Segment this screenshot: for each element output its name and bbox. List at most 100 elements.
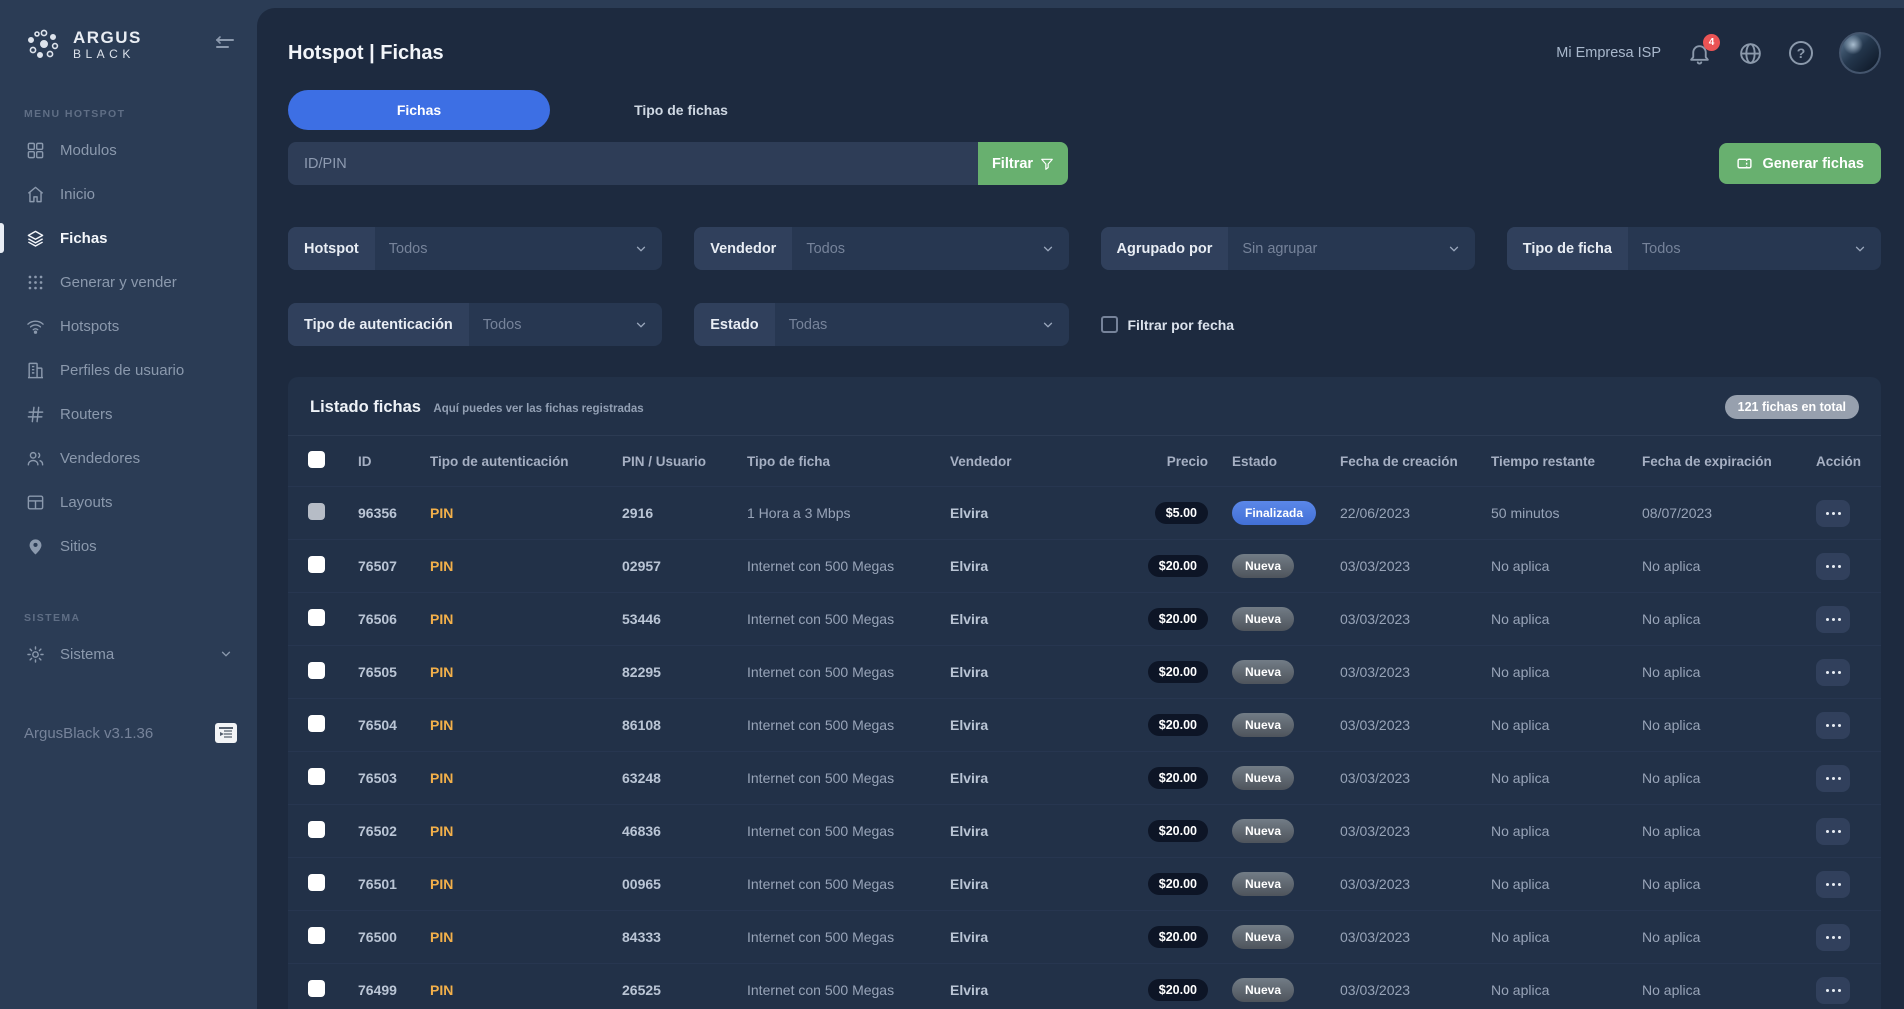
cell-estado: Nueva xyxy=(1208,554,1340,578)
cell-precio: $20.00 xyxy=(1112,714,1208,736)
row-checkbox[interactable] xyxy=(308,768,325,785)
sidebar-item-sistema[interactable]: Sistema xyxy=(0,632,257,676)
row-actions-button[interactable] xyxy=(1816,977,1850,1004)
col-accion: Acción xyxy=(1816,454,1861,469)
cell-precio: $20.00 xyxy=(1112,555,1208,577)
table-row: 76501PIN00965Internet con 500 MegasElvir… xyxy=(288,857,1881,910)
row-actions-button[interactable] xyxy=(1816,659,1850,686)
cell-tiempo-restante: No aplica xyxy=(1491,770,1642,786)
cell-fecha-creacion: 03/03/2023 xyxy=(1340,876,1491,892)
row-checkbox[interactable] xyxy=(308,715,325,732)
sidebar-item-perfiles-de-usuario[interactable]: Perfiles de usuario xyxy=(0,348,257,392)
sidebar-item-routers[interactable]: Routers xyxy=(0,392,257,436)
select-all-checkbox[interactable] xyxy=(308,451,325,468)
row-actions-button[interactable] xyxy=(1816,765,1850,792)
filter-autenticacion-select[interactable]: Tipo de autenticación Todos xyxy=(288,303,662,346)
row-actions-button[interactable] xyxy=(1816,712,1850,739)
gear-icon xyxy=(24,645,46,664)
user-avatar[interactable] xyxy=(1839,32,1881,74)
status-badge: Nueva xyxy=(1232,607,1294,631)
cell-precio: $20.00 xyxy=(1112,661,1208,683)
sidebar-item-label: Routers xyxy=(60,406,113,423)
page-title: Hotspot | Fichas xyxy=(288,42,444,65)
filter-tipo-ficha-select[interactable]: Tipo de ficha Todos xyxy=(1507,227,1881,270)
sidebar-item-hotspots[interactable]: Hotspots xyxy=(0,304,257,348)
chevron-down-icon xyxy=(1041,318,1069,332)
language-flag-icon[interactable] xyxy=(215,723,237,743)
sidebar-item-vendedores[interactable]: Vendedores xyxy=(0,436,257,480)
filter-vendedor-select[interactable]: Vendedor Todos xyxy=(694,227,1068,270)
cell-pin-usuario: 63248 xyxy=(622,770,747,786)
table-row: 76503PIN63248Internet con 500 MegasElvir… xyxy=(288,751,1881,804)
table-row: 96356PIN29161 Hora a 3 MbpsElvira$5.00Fi… xyxy=(288,486,1881,539)
cell-precio: $20.00 xyxy=(1112,926,1208,948)
sidebar-collapse-toggle[interactable] xyxy=(213,35,237,53)
cell-vendedor: Elvira xyxy=(950,505,1112,521)
logo-text: ARGUS BLACK xyxy=(73,29,142,60)
sidebar-item-sitios[interactable]: Sitios xyxy=(0,524,257,568)
cell-vendedor: Elvira xyxy=(950,611,1112,627)
filter-hotspot-select[interactable]: Hotspot Todos xyxy=(288,227,662,270)
row-checkbox[interactable] xyxy=(308,556,325,573)
row-checkbox-cell xyxy=(308,715,358,735)
filter-agrupado-select[interactable]: Agrupado por Sin agrupar xyxy=(1101,227,1475,270)
price-badge: $20.00 xyxy=(1148,714,1208,736)
help-button[interactable]: ? xyxy=(1789,41,1813,65)
row-actions-button[interactable] xyxy=(1816,606,1850,633)
cell-accion xyxy=(1816,606,1861,633)
price-badge: $20.00 xyxy=(1148,608,1208,630)
generate-fichas-button[interactable]: Generar fichas xyxy=(1719,143,1881,184)
cell-vendedor: Elvira xyxy=(950,929,1112,945)
cell-tiempo-restante: No aplica xyxy=(1491,611,1642,627)
tab-tipo-de-fichas[interactable]: Tipo de fichas xyxy=(550,90,812,130)
tab-fichas[interactable]: Fichas xyxy=(288,90,550,130)
sidebar-item-layouts[interactable]: Layouts xyxy=(0,480,257,524)
search-input[interactable] xyxy=(288,142,978,185)
row-actions-button[interactable] xyxy=(1816,500,1850,527)
sidebar-header: ARGUS BLACK xyxy=(0,18,257,64)
sidebar-item-modulos[interactable]: Modulos xyxy=(0,128,257,172)
filter-estado-select[interactable]: Estado Todas xyxy=(694,303,1068,346)
total-count-badge: 121 fichas en total xyxy=(1725,395,1859,419)
app-version-label: ArgusBlack v3.1.36 xyxy=(24,725,153,742)
filter-by-date-checkbox[interactable]: Filtrar por fecha xyxy=(1101,303,1475,346)
row-actions-button[interactable] xyxy=(1816,818,1850,845)
cell-tiempo-restante: No aplica xyxy=(1491,664,1642,680)
cell-fecha-creacion: 22/06/2023 xyxy=(1340,505,1491,521)
cell-pin-usuario: 86108 xyxy=(622,717,747,733)
row-checkbox[interactable] xyxy=(308,927,325,944)
sidebar-item-fichas[interactable]: Fichas xyxy=(0,216,257,260)
argusblack-logo[interactable]: ARGUS BLACK xyxy=(24,24,142,64)
cell-fecha-creacion: 03/03/2023 xyxy=(1340,770,1491,786)
price-badge: $5.00 xyxy=(1155,502,1208,524)
cell-tiempo-restante: 50 minutos xyxy=(1491,505,1642,521)
row-actions-button[interactable] xyxy=(1816,871,1850,898)
sidebar-item-label: Vendedores xyxy=(60,450,140,467)
row-checkbox[interactable] xyxy=(308,874,325,891)
cell-vendedor: Elvira xyxy=(950,876,1112,892)
sidebar-item-inicio[interactable]: Inicio xyxy=(0,172,257,216)
row-checkbox-cell xyxy=(308,662,358,682)
company-name[interactable]: Mi Empresa ISP xyxy=(1556,45,1661,61)
row-checkbox[interactable] xyxy=(308,609,325,626)
row-checkbox[interactable] xyxy=(308,980,325,997)
cell-estado: Nueva xyxy=(1208,766,1340,790)
card-title-group: Listado fichas Aquí puedes ver las ficha… xyxy=(310,398,644,417)
col-id: ID xyxy=(358,454,430,469)
row-actions-button[interactable] xyxy=(1816,553,1850,580)
table-row: 76506PIN53446Internet con 500 MegasElvir… xyxy=(288,592,1881,645)
cell-accion xyxy=(1816,712,1861,739)
notifications-button[interactable]: 4 xyxy=(1687,41,1712,66)
fichas-list-card: Listado fichas Aquí puedes ver las ficha… xyxy=(288,377,1881,1009)
row-checkbox[interactable] xyxy=(308,662,325,679)
tab-bar: Fichas Tipo de fichas xyxy=(288,90,1881,130)
language-globe-button[interactable] xyxy=(1738,41,1763,66)
filter-button[interactable]: Filtrar xyxy=(978,142,1068,185)
row-actions-button[interactable] xyxy=(1816,924,1850,951)
sidebar-item-label: Modulos xyxy=(60,142,117,159)
row-checkbox[interactable] xyxy=(308,503,325,520)
row-checkbox-cell xyxy=(308,768,358,788)
row-checkbox[interactable] xyxy=(308,821,325,838)
col-tipo-ficha: Tipo de ficha xyxy=(747,454,950,469)
sidebar-item-generar-y-vender[interactable]: Generar y vender xyxy=(0,260,257,304)
